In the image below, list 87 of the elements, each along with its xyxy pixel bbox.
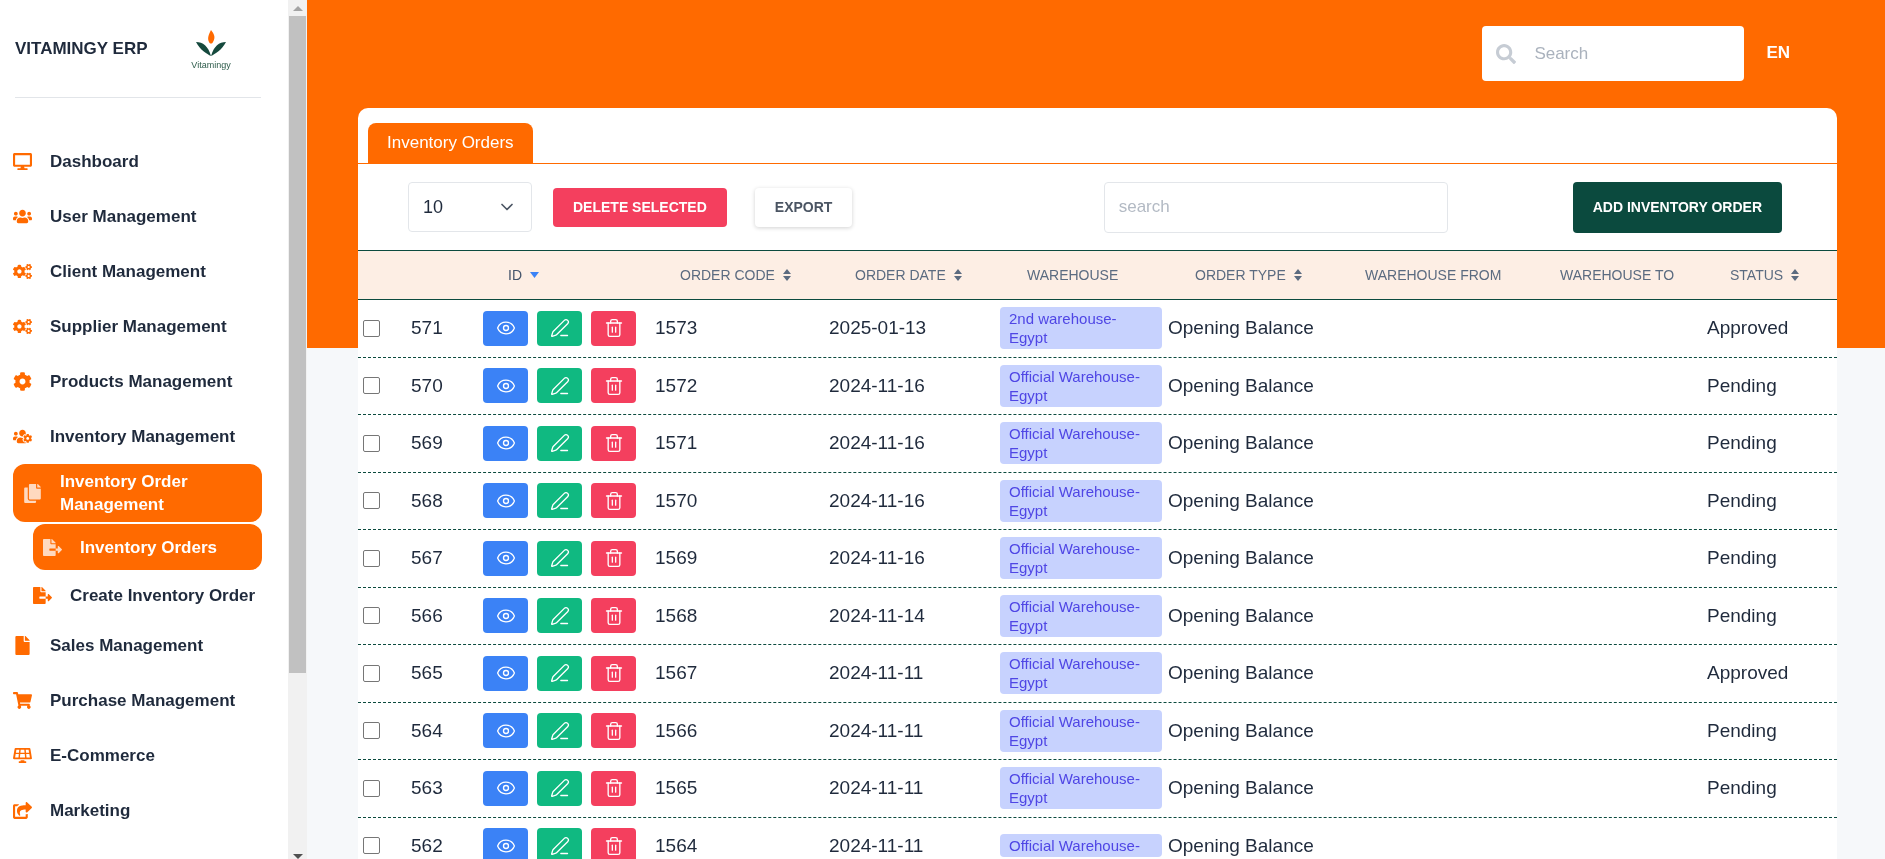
table-cell-text: 1565 bbox=[654, 777, 699, 800]
table-cell-text: Pending bbox=[1706, 719, 1778, 742]
table-cell-text: Pending bbox=[1706, 489, 1778, 512]
column-header[interactable]: ORDER CODE bbox=[680, 267, 775, 283]
warehouse-tag: Official Warehouse-Egypt bbox=[1000, 479, 1162, 522]
table-cell-text: 567 bbox=[410, 547, 444, 570]
table-cell-text: 570 bbox=[410, 374, 444, 397]
table-cell-text: Opening Balance bbox=[1167, 374, 1315, 397]
brand-title: VITAMINGY ERP bbox=[15, 38, 148, 59]
sidebar-item[interactable]: Marketing bbox=[13, 783, 262, 838]
table-cell-text: Opening Balance bbox=[1167, 662, 1315, 685]
sidebar-item[interactable]: Client Management bbox=[13, 244, 262, 299]
table-cell-text: 2025-01-13 bbox=[828, 317, 928, 340]
table-cell-text: Pending bbox=[1706, 777, 1778, 800]
table-cell-text: Opening Balance bbox=[1167, 432, 1315, 455]
table-cell-text: Pending bbox=[1706, 432, 1778, 455]
table-cell-text: 568 bbox=[410, 489, 444, 512]
sidebar-item[interactable]: Products Management bbox=[13, 354, 262, 409]
warehouse-tag: Official Warehouse-Egypt bbox=[1000, 652, 1162, 695]
table-cell-text: Pending bbox=[1706, 374, 1778, 397]
table-cell-text: 2024-11-16 bbox=[828, 547, 926, 570]
page-size-select[interactable]: 10 bbox=[408, 182, 532, 232]
table-cell-text: 2024-11-11 bbox=[828, 662, 925, 685]
table-cell-text: Opening Balance bbox=[1167, 489, 1315, 512]
add-order-button[interactable]: ADD INVENTORY ORDER bbox=[1572, 181, 1782, 233]
table-cell-text: 2024-11-16 bbox=[828, 432, 926, 455]
warehouse-tag: 2nd warehouse-Egypt bbox=[1000, 307, 1162, 350]
table-cell-text: 2024-11-11 bbox=[828, 777, 925, 800]
sidebar-item[interactable]: E-Commerce bbox=[13, 728, 262, 783]
column-header[interactable]: ID bbox=[508, 267, 522, 283]
table-cell-text: 563 bbox=[410, 777, 444, 800]
table-cell-text: Opening Balance bbox=[1167, 604, 1315, 627]
table-cell-text: Approved bbox=[1706, 662, 1790, 685]
search-field[interactable]: Search bbox=[1482, 26, 1745, 81]
column-header[interactable]: WAREHOUSE bbox=[1027, 267, 1119, 283]
table-cell-text: Pending bbox=[1706, 604, 1778, 627]
table-cell-text: Opening Balance bbox=[1167, 547, 1315, 570]
column-header[interactable]: ORDER DATE bbox=[855, 267, 946, 283]
sidebar-item[interactable]: Purchase Management bbox=[13, 673, 262, 728]
warehouse-tag: Official Warehouse- bbox=[1000, 834, 1162, 858]
table-cell-text: Opening Balance bbox=[1167, 834, 1315, 857]
table-cell-text: Opening Balance bbox=[1167, 317, 1315, 340]
table-cell-text: Opening Balance bbox=[1167, 777, 1315, 800]
table-cell-text: 2024-11-14 bbox=[828, 604, 926, 627]
table-cell-text: 2024-11-11 bbox=[828, 834, 925, 857]
sidebar-item[interactable]: Create Inventory Order bbox=[33, 572, 262, 618]
table-cell-text: Approved bbox=[1706, 317, 1790, 340]
table-cell-text: 1572 bbox=[654, 374, 699, 397]
table-cell-text: Pending bbox=[1706, 547, 1778, 570]
column-header[interactable]: ORDER TYPE bbox=[1195, 267, 1286, 283]
column-header[interactable]: STATUS bbox=[1730, 267, 1784, 283]
sidebar-item[interactable]: Dashboard bbox=[13, 134, 262, 189]
warehouse-tag: Official Warehouse-Egypt bbox=[1000, 537, 1162, 580]
table-cell-text: 1566 bbox=[654, 719, 699, 742]
table-cell-text: 564 bbox=[410, 719, 444, 742]
table-cell-text: Opening Balance bbox=[1167, 719, 1315, 742]
table-cell-text: 566 bbox=[410, 604, 444, 627]
table-cell-text: 1567 bbox=[654, 662, 699, 685]
logo-text: Vitamingy bbox=[191, 59, 231, 70]
table-cell-text: 1568 bbox=[654, 604, 699, 627]
table-cell-text: 2024-11-11 bbox=[828, 719, 925, 742]
warehouse-tag: Official Warehouse-Egypt bbox=[1000, 709, 1162, 752]
table-cell-text: 2024-11-16 bbox=[828, 374, 926, 397]
warehouse-tag: Official Warehouse-Egypt bbox=[1000, 767, 1162, 810]
table-cell-text: 2024-11-16 bbox=[828, 489, 926, 512]
search-field[interactable]: search bbox=[1103, 181, 1448, 233]
export-button[interactable]: EXPORT bbox=[754, 187, 853, 227]
table-cell-text: 565 bbox=[410, 662, 444, 685]
column-header[interactable]: WAREHOUSE TO bbox=[1560, 267, 1675, 283]
table-cell-text: 562 bbox=[410, 834, 444, 857]
warehouse-tag: Official Warehouse-Egypt bbox=[1000, 422, 1162, 465]
warehouse-tag: Official Warehouse-Egypt bbox=[1000, 364, 1162, 407]
table-cell-text: 1564 bbox=[654, 834, 699, 857]
language-label: EN bbox=[1766, 43, 1790, 63]
sidebar-item[interactable]: User Management bbox=[13, 189, 262, 244]
table-cell-text: 1571 bbox=[654, 432, 699, 455]
sidebar-item[interactable]: Inventory Management bbox=[13, 409, 262, 464]
delete-selected-button[interactable]: DELETE SELECTED bbox=[553, 187, 727, 227]
table-cell-text: 571 bbox=[410, 317, 444, 340]
sidebar-item[interactable]: Sales Management bbox=[13, 618, 262, 673]
table-cell-text: 1570 bbox=[654, 489, 699, 512]
sidebar-item[interactable]: Supplier Management bbox=[13, 299, 262, 354]
table-cell-text: 569 bbox=[410, 432, 444, 455]
table-cell-text: 1569 bbox=[654, 547, 699, 570]
column-header[interactable]: WAREHOUSE FROM bbox=[1365, 267, 1502, 283]
warehouse-tag: Official Warehouse-Egypt bbox=[1000, 594, 1162, 637]
table-cell-text: 1573 bbox=[654, 317, 699, 340]
